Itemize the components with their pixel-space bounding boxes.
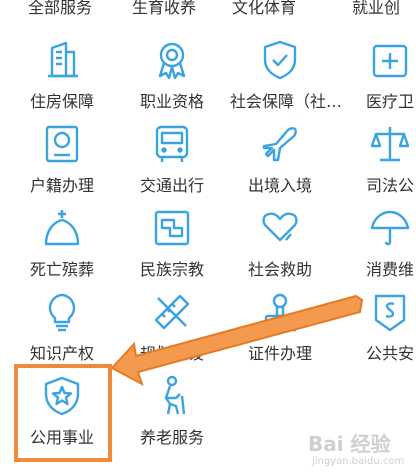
service-religion[interactable]: 民族宗教 bbox=[122, 206, 222, 286]
elderly-walking-icon bbox=[150, 374, 194, 418]
scales-icon bbox=[368, 122, 412, 166]
highlight-box bbox=[14, 364, 112, 462]
service-label: 死亡殡葬 bbox=[29, 260, 94, 279]
shield-check-icon bbox=[258, 38, 302, 82]
service-label: 司法公 bbox=[365, 176, 414, 195]
service-label: 职业资格 bbox=[139, 92, 204, 111]
public-safety-icon bbox=[368, 290, 412, 334]
medical-icon bbox=[368, 38, 412, 82]
service-label: 社会保障（社… bbox=[230, 92, 343, 111]
service-label: 消费维 bbox=[365, 260, 414, 279]
service-label: 交通出行 bbox=[139, 176, 204, 195]
service-qualification[interactable]: 职业资格 bbox=[122, 38, 222, 118]
umbrella-icon bbox=[368, 206, 412, 250]
service-public-safety[interactable]: 公共安 bbox=[340, 290, 416, 370]
service-label: 医疗卫 bbox=[365, 92, 414, 111]
service-transport[interactable]: 交通出行 bbox=[122, 122, 222, 202]
service-label: 养老服务 bbox=[139, 428, 204, 447]
service-documents[interactable]: 证件办理 bbox=[230, 290, 330, 370]
service-funeral[interactable]: 死亡殡葬 bbox=[12, 206, 112, 286]
service-medical[interactable]: 医疗卫 bbox=[340, 38, 416, 118]
service-label: 社会救助 bbox=[247, 260, 312, 279]
airplane-icon bbox=[258, 122, 302, 166]
service-label: 民族宗教 bbox=[139, 260, 204, 279]
service-social-assistance[interactable]: 社会救助 bbox=[230, 206, 330, 286]
service-label: 规划建设 bbox=[139, 344, 204, 363]
certificate-icon bbox=[150, 38, 194, 82]
service-planning[interactable]: 规划建设 bbox=[122, 290, 222, 370]
heart-hand-icon bbox=[258, 206, 302, 250]
watermark-sub: jingyan.baidu.com bbox=[312, 456, 405, 467]
service-judicial[interactable]: 司法公 bbox=[340, 122, 416, 202]
service-label: 知识产权 bbox=[29, 344, 94, 363]
service-social-security[interactable]: 社会保障（社… bbox=[230, 38, 343, 118]
watermark-text: Bai 经验 bbox=[308, 432, 391, 456]
service-label: 出境入境 bbox=[247, 176, 312, 195]
baidu-watermark: Bai 经验 jingyan.baidu.com bbox=[300, 428, 414, 473]
service-ip[interactable]: 知识产权 bbox=[12, 290, 112, 370]
service-elderly-care[interactable]: 养老服务 bbox=[122, 374, 222, 454]
service-exit-entry[interactable]: 出境入境 bbox=[230, 122, 330, 202]
service-label: 证件办理 bbox=[247, 344, 312, 363]
service-consumer-rights[interactable]: 消费维 bbox=[340, 206, 416, 286]
stamp-icon bbox=[258, 290, 302, 334]
service-label: 住房保障 bbox=[29, 92, 94, 111]
religion-icon bbox=[150, 206, 194, 250]
service-household[interactable]: 户籍办理 bbox=[12, 122, 112, 202]
service-housing[interactable]: 住房保障 bbox=[12, 38, 112, 118]
funeral-icon bbox=[40, 206, 84, 250]
ruler-pencil-icon bbox=[150, 290, 194, 334]
service-label: 户籍办理 bbox=[29, 176, 94, 195]
household-icon bbox=[40, 122, 84, 166]
housing-icon bbox=[40, 38, 84, 82]
lightbulb-icon bbox=[40, 290, 84, 334]
bus-icon bbox=[150, 122, 194, 166]
service-label: 公共安 bbox=[365, 344, 414, 363]
